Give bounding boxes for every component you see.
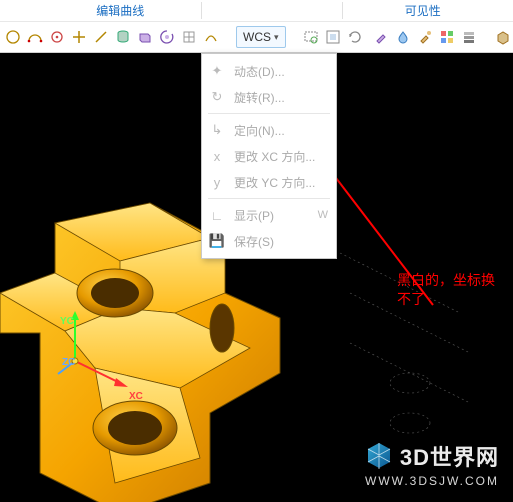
ribbon-group-edit-curve[interactable]: 编辑曲线	[40, 2, 201, 19]
tool-zoom-window-icon[interactable]	[302, 26, 320, 48]
tool-sweep-icon[interactable]	[202, 26, 220, 48]
tool-line-icon[interactable]	[92, 26, 110, 48]
watermark-url: WWW.3DSJW.COM	[364, 474, 499, 488]
watermark: 3D世界网 WWW.3DSJW.COM	[364, 440, 499, 488]
menu-item-show[interactable]: ∟显示(P)W	[202, 202, 336, 228]
tool-droplet-icon[interactable]	[394, 26, 412, 48]
tool-revolve-icon[interactable]	[158, 26, 176, 48]
annotation-text: 黑白的，坐标换 不了	[397, 271, 495, 309]
menu-item-change-xc[interactable]: x更改 XC 方向...	[202, 143, 336, 169]
tool-cylinder-icon[interactable]	[114, 26, 132, 48]
tool-fit-all-icon[interactable]	[324, 26, 342, 48]
tool-extrude-icon[interactable]	[136, 26, 154, 48]
chevron-down-icon: ▾	[274, 32, 279, 43]
tool-brush-icon[interactable]	[416, 26, 434, 48]
orient-icon: ↳	[208, 121, 226, 139]
menu-item-save[interactable]: 💾保存(S)	[202, 228, 336, 254]
yc-icon: y	[208, 173, 226, 191]
tool-plus-icon[interactable]	[70, 26, 88, 48]
axis-zc-label: ZC	[62, 357, 75, 368]
tool-lattice-icon[interactable]	[180, 26, 198, 48]
wcs-dropdown-menu: ✦动态(D)... ↻旋转(R)... ↳定向(N)... x更改 XC 方向.…	[201, 53, 337, 259]
save-icon: 💾	[208, 232, 226, 250]
tool-layers-icon[interactable]	[460, 26, 478, 48]
toolbar: WCS ▾	[0, 22, 513, 53]
show-icon: ∟	[208, 206, 226, 224]
xc-icon: x	[208, 147, 226, 165]
wcs-dropdown-button[interactable]: WCS ▾	[236, 26, 286, 48]
ribbon-group-visibility[interactable]: 可见性	[343, 2, 504, 19]
ribbon-group-labels: 编辑曲线 可见性	[0, 0, 513, 22]
rotate-icon: ↻	[208, 88, 226, 106]
ribbon-separator	[201, 2, 202, 19]
menu-separator	[208, 113, 330, 114]
menu-item-change-yc[interactable]: y更改 YC 方向...	[202, 169, 336, 195]
tool-arc-icon[interactable]	[26, 26, 44, 48]
axis-yc-label: YC	[60, 316, 74, 327]
tool-circle-icon[interactable]	[4, 26, 22, 48]
menu-separator	[208, 198, 330, 199]
tool-palette-icon[interactable]	[438, 26, 456, 48]
watermark-logo-icon	[364, 441, 394, 471]
axis-xc-label: XC	[129, 391, 143, 402]
tool-cube-a-icon[interactable]	[494, 26, 512, 48]
tool-paint-icon[interactable]	[372, 26, 390, 48]
menu-item-orient[interactable]: ↳定向(N)...	[202, 117, 336, 143]
menu-item-rotate[interactable]: ↻旋转(R)...	[202, 84, 336, 110]
wcs-label: WCS	[243, 30, 271, 44]
watermark-title: 3D世界网	[400, 440, 499, 472]
tool-rotate-view-icon[interactable]	[346, 26, 364, 48]
menu-item-dynamic[interactable]: ✦动态(D)...	[202, 58, 336, 84]
axes-icon: ✦	[208, 62, 226, 80]
tool-center-icon[interactable]	[48, 26, 66, 48]
